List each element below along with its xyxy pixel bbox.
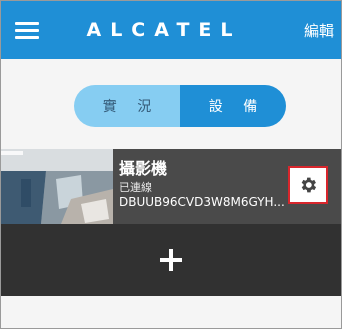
add-device-button[interactable] — [1, 224, 341, 296]
device-id: DBUUB96CVD3W8M6GYH... — [119, 195, 284, 209]
device-name: 攝影機 — [119, 159, 168, 178]
edit-button[interactable]: 編輯 — [304, 20, 334, 41]
gear-icon — [301, 177, 317, 193]
tab-devices[interactable]: 設 備 — [180, 85, 286, 127]
app-title: ALCATEL — [86, 19, 242, 41]
app-frame: ALCATEL 編輯 實 況 設 備 攝影機 已連線 DBUUB96CVD3W8… — [0, 0, 342, 329]
hamburger-menu-icon[interactable] — [15, 22, 39, 40]
app-header: ALCATEL 編輯 — [1, 1, 341, 59]
tab-live[interactable]: 實 況 — [74, 85, 180, 127]
device-status: 已連線 — [119, 181, 152, 194]
device-settings-button[interactable] — [288, 166, 328, 204]
camera-thumbnail — [1, 149, 113, 224]
view-segmented-control: 實 況 設 備 — [74, 85, 286, 127]
plus-icon — [160, 249, 182, 271]
